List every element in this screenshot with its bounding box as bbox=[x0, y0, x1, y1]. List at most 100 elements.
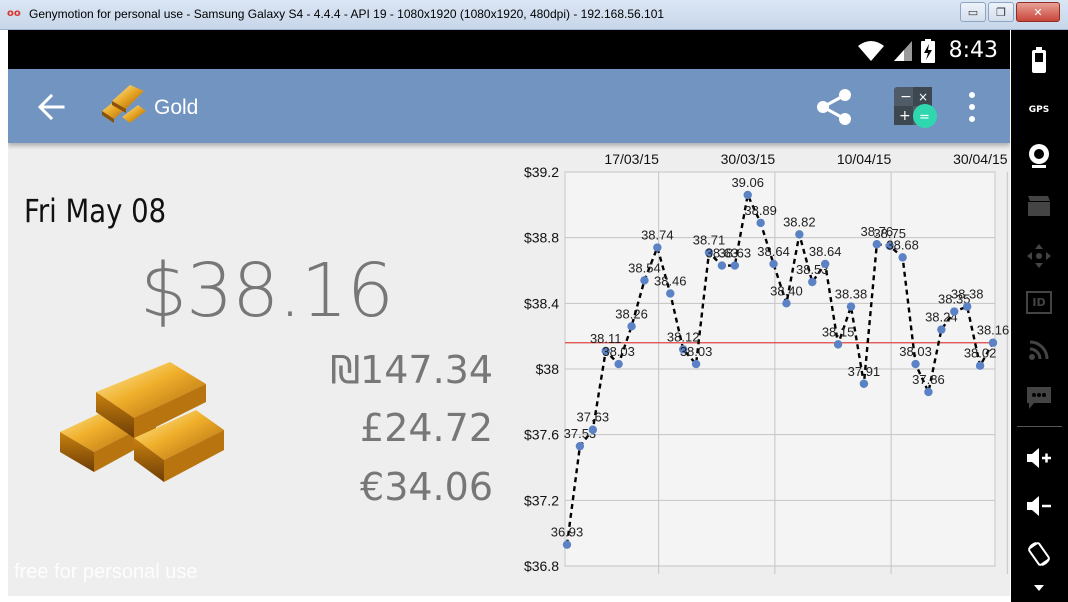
window-controls: ▭ ❐ ✕ bbox=[960, 2, 1060, 22]
data-point bbox=[730, 261, 740, 270]
data-point bbox=[614, 359, 623, 369]
data-point bbox=[588, 425, 598, 434]
data-label: 38.46 bbox=[654, 273, 687, 288]
data-point bbox=[769, 259, 778, 269]
status-icons: 8:43 bbox=[857, 38, 998, 63]
gbp-price: £24.72 bbox=[360, 406, 493, 450]
data-point bbox=[640, 276, 649, 285]
svg-text:+: + bbox=[899, 108, 911, 124]
id-icon[interactable]: ID bbox=[1020, 284, 1058, 320]
action-bar-title: Gold bbox=[154, 96, 199, 119]
webcam-icon[interactable] bbox=[1020, 138, 1058, 174]
data-label: 37.91 bbox=[848, 364, 881, 379]
data-point bbox=[911, 359, 920, 369]
rotate-icon[interactable] bbox=[1020, 536, 1058, 572]
window-close-button[interactable]: ✕ bbox=[1016, 2, 1060, 22]
video-capture-icon[interactable] bbox=[1020, 188, 1058, 224]
genymotion-logo: oo bbox=[7, 8, 21, 19]
data-label: 38.63 bbox=[719, 246, 752, 261]
action-bar: Gold − × + = bbox=[8, 69, 1010, 143]
data-label: 38.26 bbox=[615, 306, 648, 321]
sms-icon[interactable] bbox=[1020, 380, 1058, 416]
data-label: 38.15 bbox=[822, 324, 855, 339]
data-point bbox=[820, 259, 830, 269]
dpad-icon[interactable] bbox=[1020, 238, 1058, 274]
x-date-label: 30/04/15 bbox=[953, 151, 1008, 167]
data-point bbox=[666, 289, 675, 298]
window-minimize-button[interactable]: ▭ bbox=[960, 2, 986, 22]
data-label: 38.68 bbox=[886, 237, 919, 252]
window-titlebar: oo Genymotion for personal use - Samsung… bbox=[0, 0, 1068, 30]
data-point bbox=[988, 338, 998, 347]
data-point bbox=[846, 302, 856, 311]
back-arrow-icon[interactable] bbox=[33, 91, 73, 123]
data-point bbox=[627, 322, 636, 331]
data-point bbox=[562, 540, 572, 549]
gold-bars-icon bbox=[102, 85, 146, 123]
scroll-down-icon[interactable] bbox=[1020, 580, 1058, 596]
y-tick-label: $38.8 bbox=[524, 230, 559, 246]
data-point bbox=[653, 243, 662, 252]
gps-label: GPS bbox=[1028, 105, 1050, 115]
ils-price: ₪147.34 bbox=[330, 348, 493, 392]
data-point bbox=[743, 190, 752, 200]
gps-icon[interactable]: GPS bbox=[1020, 92, 1058, 128]
status-clock: 8:43 bbox=[948, 38, 998, 63]
x-date-label: 10/04/15 bbox=[837, 151, 892, 167]
data-point bbox=[691, 359, 701, 369]
eur-price: €34.06 bbox=[360, 465, 493, 509]
data-label: 38.74 bbox=[641, 228, 674, 243]
data-label: 38.03 bbox=[680, 344, 713, 359]
data-point bbox=[756, 218, 765, 228]
wifi-icon bbox=[857, 40, 884, 61]
window-title: Genymotion for personal use - Samsung Ga… bbox=[29, 7, 665, 21]
data-label: 38.89 bbox=[744, 203, 777, 218]
data-point bbox=[872, 240, 882, 249]
x-date-label: 30/03/15 bbox=[721, 151, 776, 167]
usd-price: $38.16 bbox=[140, 248, 394, 334]
data-point bbox=[950, 307, 959, 316]
id-label: ID bbox=[1026, 290, 1052, 314]
y-tick-label: $37.6 bbox=[524, 427, 559, 443]
data-label: 38.64 bbox=[809, 244, 842, 259]
signal-icon bbox=[893, 40, 912, 61]
y-tick-label: $39.2 bbox=[524, 164, 559, 180]
data-label: 38.03 bbox=[602, 344, 635, 359]
svg-text:−: − bbox=[900, 89, 912, 105]
data-label: 38.64 bbox=[757, 244, 790, 259]
rss-icon[interactable] bbox=[1020, 332, 1058, 368]
data-label: 37.86 bbox=[912, 372, 945, 387]
data-label: 39.06 bbox=[731, 175, 764, 190]
toolbar-separator bbox=[1017, 426, 1062, 427]
emulator-toolbar: GPS ID bbox=[1011, 30, 1068, 602]
volume-up-icon[interactable] bbox=[1020, 440, 1058, 476]
data-point bbox=[795, 230, 804, 239]
window-restore-button[interactable]: ❐ bbox=[988, 2, 1014, 22]
battery-charging-icon bbox=[920, 38, 935, 63]
data-point bbox=[975, 361, 985, 370]
svg-text:=: = bbox=[919, 110, 930, 125]
more-vert-icon[interactable] bbox=[964, 89, 980, 125]
volume-down-icon[interactable] bbox=[1020, 488, 1058, 524]
price-date: Fri May 08 bbox=[24, 192, 167, 230]
personal-use-watermark: free for personal use bbox=[14, 561, 198, 583]
gold-bars-image bbox=[60, 362, 224, 482]
device-screen: 8:43 Gold − × + = Fri May 08 $38.16 ₪147… bbox=[8, 30, 1010, 596]
x-date-label: 17/03/15 bbox=[604, 151, 659, 167]
svg-text:×: × bbox=[918, 90, 928, 104]
data-point bbox=[782, 299, 791, 308]
data-point bbox=[575, 441, 585, 451]
data-label: 38.82 bbox=[783, 214, 816, 229]
status-bar: 8:43 bbox=[8, 30, 1010, 69]
data-point bbox=[808, 277, 817, 287]
price-chart: $39.2 $38.8 $38.4 $38 $37.6 $37.2 $36.8 17/03/1… bbox=[524, 151, 1009, 574]
battery-icon[interactable] bbox=[1020, 42, 1058, 78]
calculator-icon[interactable]: − × + = bbox=[892, 85, 940, 129]
data-point bbox=[924, 387, 933, 397]
share-icon[interactable] bbox=[814, 87, 854, 127]
y-tick-label: $38.4 bbox=[524, 295, 559, 311]
data-label: 38.40 bbox=[770, 283, 803, 298]
data-point bbox=[717, 261, 727, 270]
data-label: 38.12 bbox=[667, 329, 700, 344]
data-label: 36.93 bbox=[551, 525, 584, 540]
